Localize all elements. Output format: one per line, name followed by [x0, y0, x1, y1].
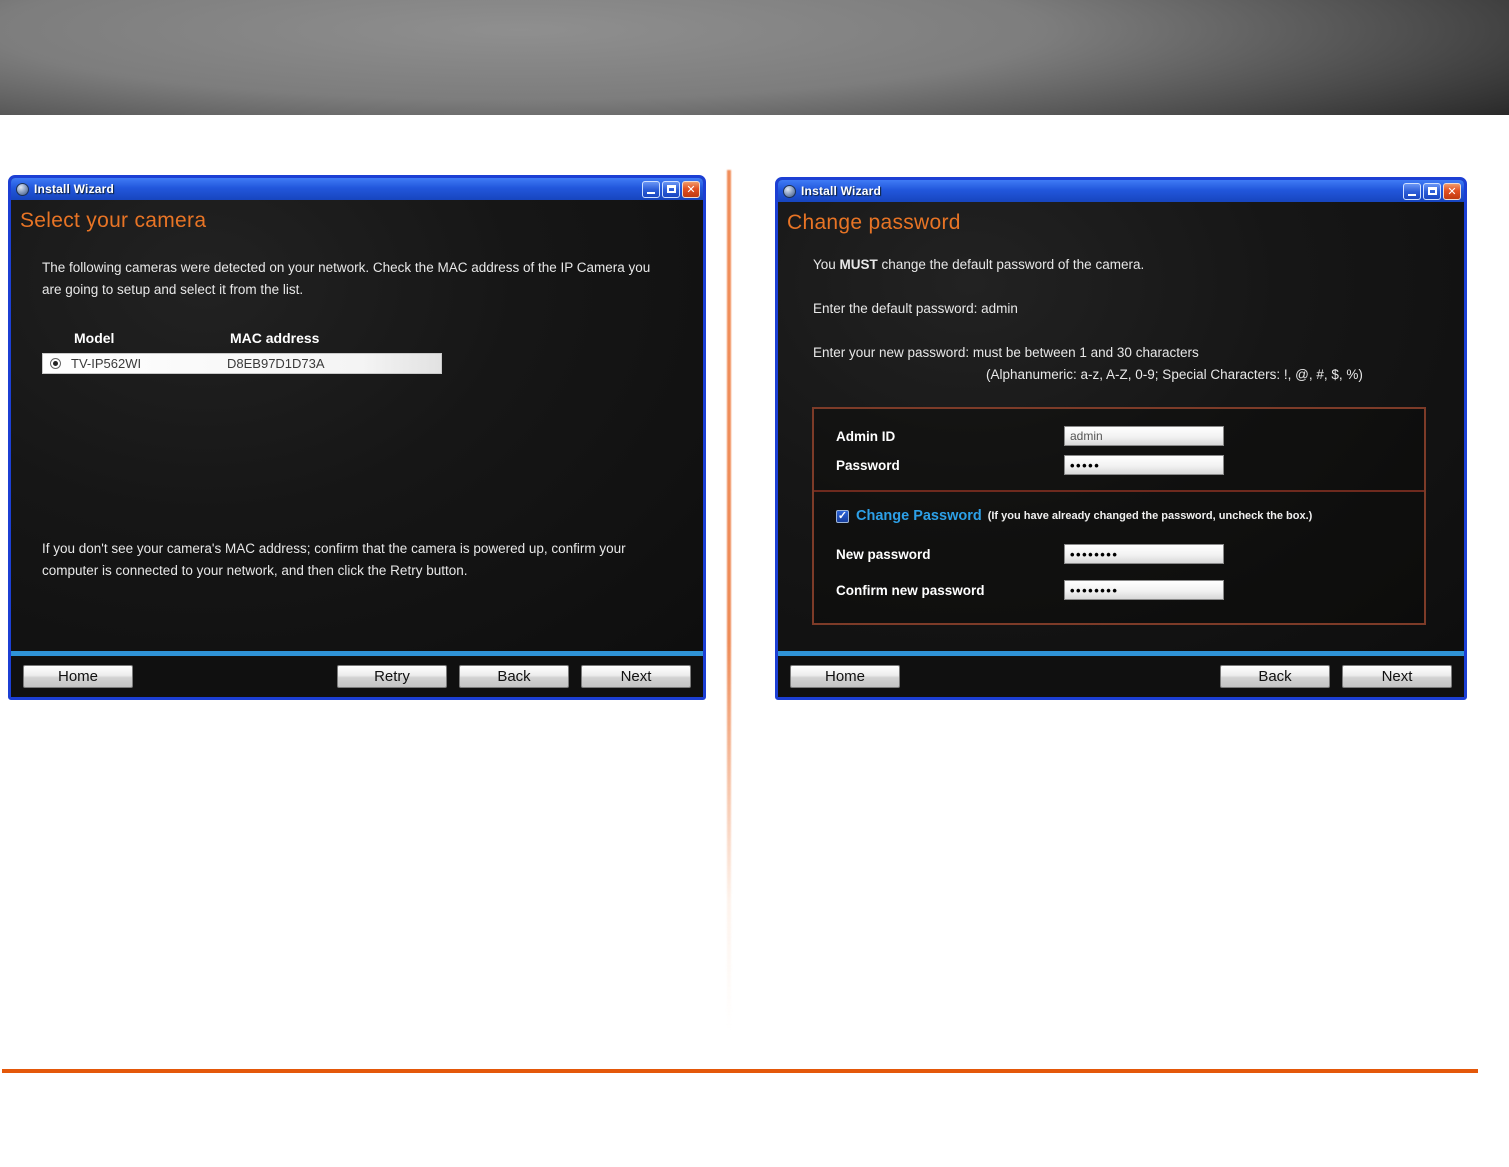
retry-button[interactable]: Retry [337, 665, 447, 688]
select-camera-window: Install Wizard ✕ Select your camera The … [8, 175, 706, 700]
minimize-icon[interactable] [1403, 182, 1421, 200]
window-title: Install Wizard [801, 184, 882, 198]
change-password-label: Change Password [856, 508, 982, 524]
admin-id-label: Admin ID [836, 429, 896, 444]
password-field[interactable]: ••••• [1064, 455, 1224, 475]
form-divider [814, 490, 1424, 492]
close-icon[interactable]: ✕ [1443, 182, 1461, 200]
page-title: Change password [787, 211, 961, 234]
install-wizard-icon [783, 184, 796, 198]
page-top-banner [0, 0, 1509, 115]
camera-model: TV-IP562WI [71, 356, 142, 371]
password-label: Password [836, 458, 900, 473]
next-button[interactable]: Next [581, 665, 691, 688]
titlebar: Install Wizard ✕ [778, 180, 1464, 202]
bottom-rule [2, 1069, 1478, 1073]
new-password-rule-text: Enter your new password: must be between… [813, 345, 1199, 360]
new-password-label: New password [836, 547, 931, 562]
home-button[interactable]: Home [790, 665, 900, 688]
change-password-hint: (If you have already changed the passwor… [987, 510, 1313, 522]
change-password-row: ✓ Change Password (If you have already c… [836, 508, 1312, 524]
column-header-mac: MAC address [230, 330, 320, 346]
maximize-icon[interactable] [662, 180, 680, 198]
must-change-text: You MUST change the default password of … [813, 257, 1145, 272]
password-form: Admin ID admin Password ••••• ✓ Change P… [812, 407, 1426, 625]
column-header-model: Model [74, 330, 115, 346]
next-button[interactable]: Next [1342, 665, 1452, 688]
charset-rule-text: (Alphanumeric: a-z, A-Z, 0-9; Special Ch… [986, 367, 1363, 382]
home-button[interactable]: Home [23, 665, 133, 688]
minimize-icon[interactable] [642, 180, 660, 198]
back-button[interactable]: Back [459, 665, 569, 688]
button-bar: Home Retry Back Next [11, 656, 703, 697]
camera-row[interactable]: TV-IP562WI D8EB97D1D73A [42, 353, 442, 374]
checkbox-checked-icon[interactable]: ✓ [836, 509, 849, 523]
radio-selected-icon[interactable] [50, 358, 61, 369]
change-password-content: Change password You MUST change the defa… [778, 202, 1464, 651]
camera-mac: D8EB97D1D73A [227, 356, 325, 371]
close-icon[interactable]: ✕ [682, 180, 700, 198]
back-button[interactable]: Back [1220, 665, 1330, 688]
confirm-password-field[interactable]: •••••••• [1064, 580, 1224, 600]
intro-text: The following cameras were detected on y… [42, 260, 651, 298]
window-title: Install Wizard [34, 182, 115, 196]
change-password-window: Install Wizard ✕ Change password You MUS… [775, 177, 1467, 700]
default-password-text: Enter the default password: admin [813, 301, 1018, 316]
confirm-password-label: Confirm new password [836, 583, 985, 598]
admin-id-field[interactable]: admin [1064, 426, 1224, 446]
button-bar: Home Back Next [778, 656, 1464, 697]
titlebar: Install Wizard ✕ [11, 178, 703, 200]
select-camera-content: Select your camera The following cameras… [11, 200, 703, 651]
maximize-icon[interactable] [1423, 182, 1441, 200]
install-wizard-icon [16, 182, 29, 196]
new-password-field[interactable]: •••••••• [1064, 544, 1224, 564]
page-title: Select your camera [20, 209, 207, 232]
vertical-divider [727, 170, 731, 1030]
note-text: If you don't see your camera's MAC addre… [42, 541, 626, 579]
